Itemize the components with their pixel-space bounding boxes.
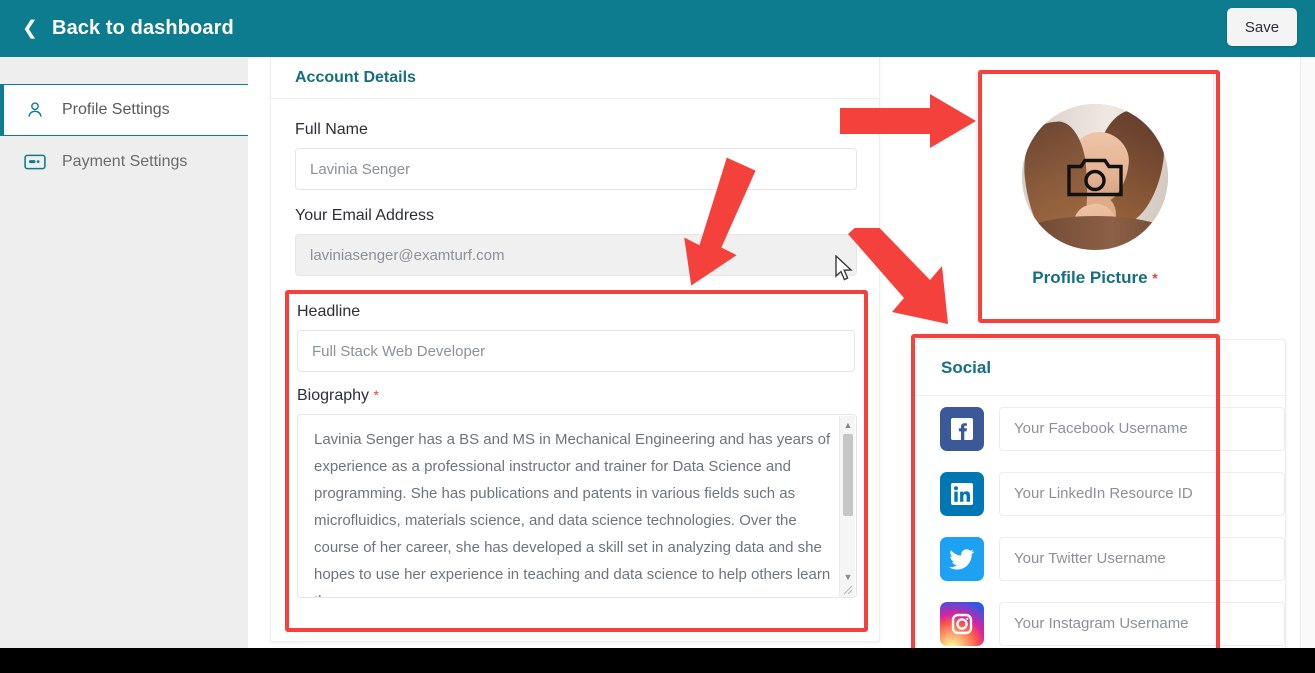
sidebar: Profile Settings Payment Settings <box>0 57 248 648</box>
sidebar-item-profile-settings[interactable]: Profile Settings <box>0 84 248 136</box>
biography-label-text: Biography <box>297 387 370 404</box>
profile-picture-caption: Profile Picture * <box>1032 268 1157 288</box>
headline-biography-group: Headline Biography * Lavinia Senger has … <box>287 289 875 632</box>
required-asterisk: * <box>1152 270 1158 286</box>
headline-input[interactable] <box>297 330 855 372</box>
email-label: Your Email Address <box>295 207 435 224</box>
social-row-linkedin <box>915 461 1285 526</box>
account-details-body: Full Name Your Email Address <box>271 99 879 276</box>
biography-scrollbar[interactable]: ▲ ▼ <box>839 416 856 597</box>
back-to-dashboard-label: Back to dashboard <box>52 17 234 39</box>
profile-picture-caption-text: Profile Picture <box>1032 268 1148 287</box>
email-input <box>295 234 857 276</box>
facebook-username-input[interactable] <box>999 406 1285 451</box>
sidebar-item-label: Profile Settings <box>62 101 170 118</box>
credit-card-icon <box>22 149 48 175</box>
bottom-black-bar <box>0 648 1315 673</box>
profile-picture-card[interactable]: Profile Picture * <box>976 70 1214 322</box>
linkedin-icon[interactable] <box>940 471 984 516</box>
scroll-up-arrow-icon[interactable]: ▲ <box>840 418 856 432</box>
instagram-icon[interactable] <box>940 601 984 646</box>
sidebar-item-label: Payment Settings <box>62 153 188 170</box>
scroll-down-arrow-icon[interactable]: ▼ <box>840 570 856 584</box>
top-bar: ❮ Back to dashboard Save <box>0 0 1315 57</box>
scrollbar-thumb[interactable] <box>843 434 853 516</box>
social-row-facebook <box>915 396 1285 461</box>
full-name-input[interactable] <box>295 148 857 190</box>
main-column: Account Details Full Name Your Email Add… <box>270 57 888 648</box>
headline-label: Headline <box>297 303 361 320</box>
back-to-dashboard-link[interactable]: ❮ Back to dashboard <box>22 17 234 40</box>
social-row-twitter <box>915 526 1285 591</box>
biography-label: Biography * <box>297 387 863 405</box>
page-body: Profile Settings Payment Settings Accoun… <box>0 57 1315 669</box>
account-details-card: Account Details Full Name Your Email Add… <box>270 57 880 642</box>
social-title: Social <box>915 340 1285 396</box>
social-row-instagram <box>915 591 1285 656</box>
app-root: ❮ Back to dashboard Save Profile Setting… <box>0 0 1315 673</box>
sidebar-item-payment-settings[interactable]: Payment Settings <box>0 136 248 188</box>
chevron-left-icon: ❮ <box>22 18 39 39</box>
camera-icon[interactable] <box>1066 154 1124 205</box>
social-card: Social <box>914 339 1286 669</box>
avatar[interactable] <box>1022 104 1168 250</box>
biography-textarea[interactable]: Lavinia Senger has a BS and MS in Mechan… <box>297 414 857 598</box>
page-scrollbar[interactable] <box>1300 57 1315 648</box>
linkedin-resource-id-input[interactable] <box>999 471 1285 516</box>
right-column: Profile Picture * Social <box>904 57 1296 669</box>
biography-text: Lavinia Senger has a BS and MS in Mechan… <box>314 431 831 597</box>
facebook-icon[interactable] <box>940 406 984 451</box>
avatar-shoulder <box>1022 216 1168 250</box>
required-asterisk: * <box>373 387 379 403</box>
account-details-title: Account Details <box>271 57 879 99</box>
full-name-label: Full Name <box>295 121 368 138</box>
twitter-username-input[interactable] <box>999 536 1285 581</box>
resize-grip-icon[interactable] <box>842 584 854 596</box>
twitter-icon[interactable] <box>940 536 984 581</box>
save-button[interactable]: Save <box>1227 8 1297 46</box>
user-icon <box>22 97 48 123</box>
instagram-username-input[interactable] <box>999 601 1285 646</box>
